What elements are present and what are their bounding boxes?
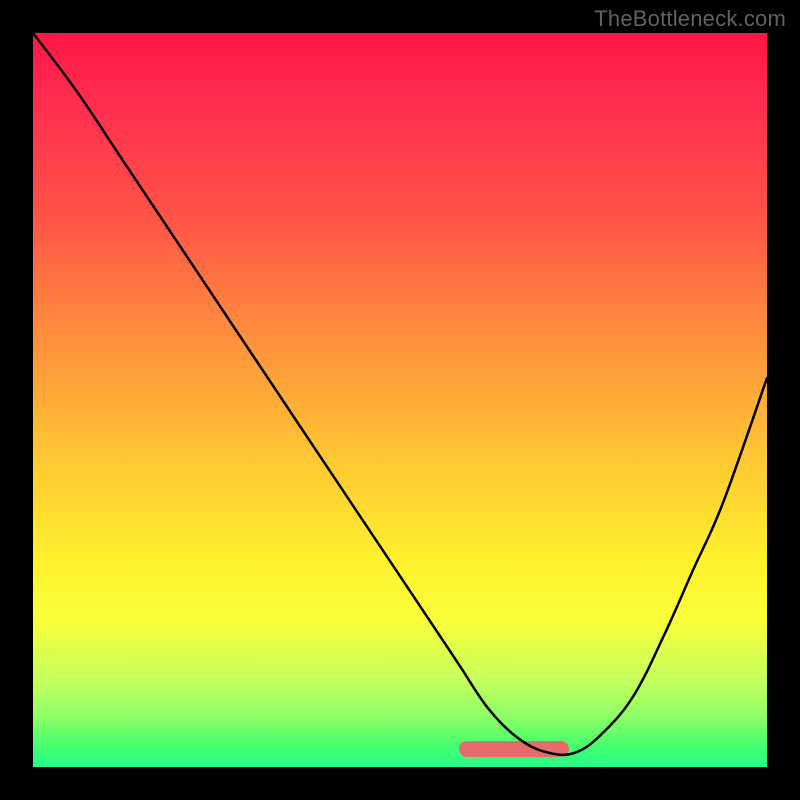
curve-svg: [33, 33, 767, 767]
watermark-text: TheBottleneck.com: [594, 6, 786, 32]
plot-area: [33, 33, 767, 767]
chart-container: TheBottleneck.com: [0, 0, 800, 800]
bottleneck-curve: [33, 33, 767, 755]
